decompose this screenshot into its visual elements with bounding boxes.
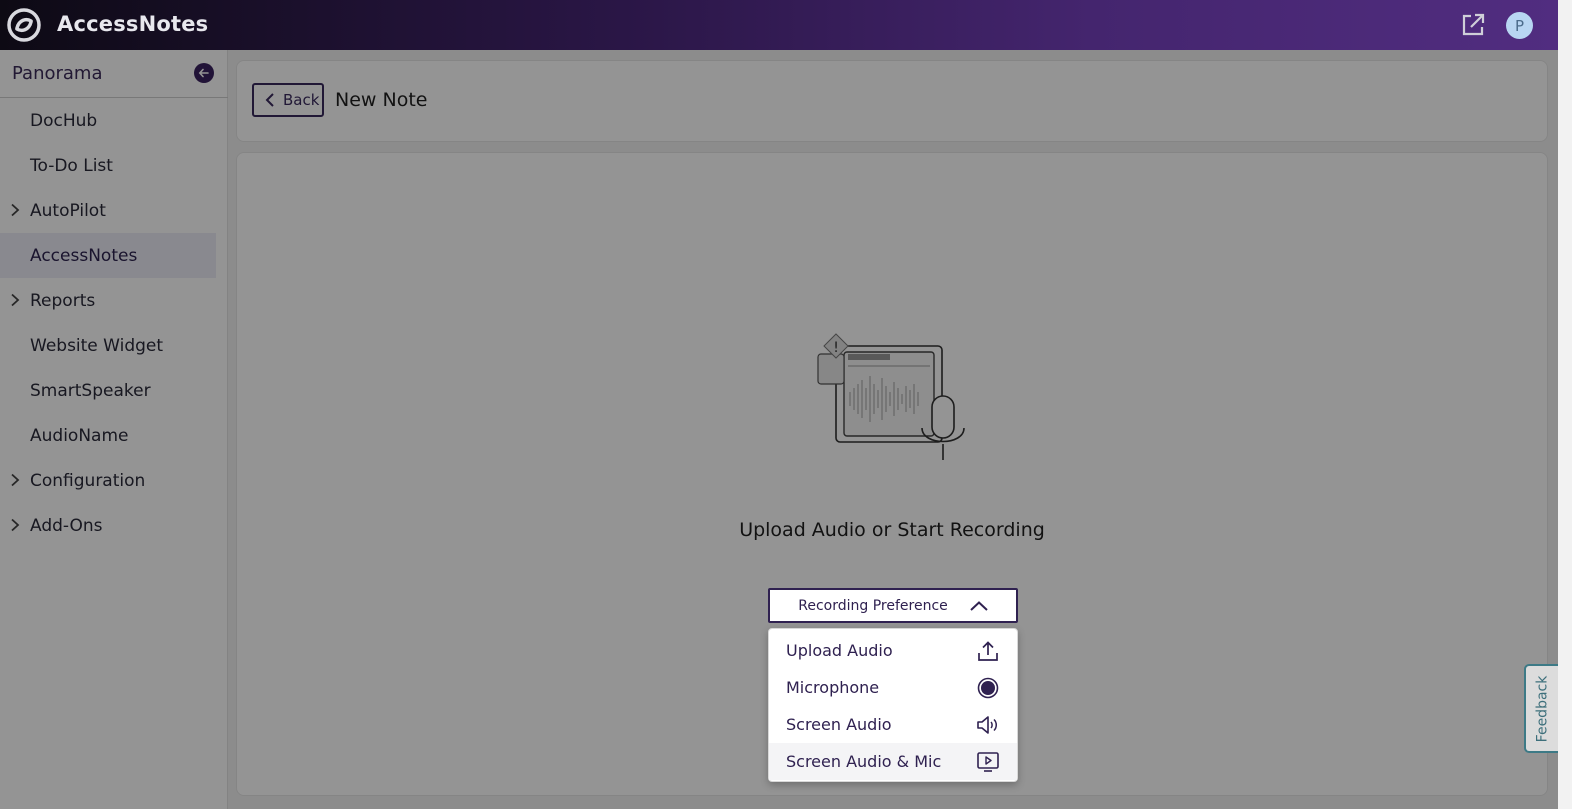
option-screen-audio[interactable]: Screen Audio [769, 706, 1017, 743]
sidebar-item-add-ons[interactable]: Add-Ons [0, 503, 216, 548]
user-avatar[interactable]: P [1506, 12, 1533, 39]
recording-preference-button[interactable]: Recording Preference [768, 588, 1018, 623]
sidebar-item-configuration[interactable]: Configuration [0, 458, 216, 503]
sidebar-item-dochub[interactable]: DocHub [0, 98, 216, 143]
sidebar-title: Panorama [12, 63, 103, 84]
sidebar-item-label: Add-Ons [30, 515, 103, 536]
option-label: Upload Audio [786, 641, 893, 660]
sidebar-item-reports[interactable]: Reports [0, 278, 216, 323]
upload-icon [978, 641, 998, 661]
back-label: Back [283, 91, 320, 109]
sidebar-item-accessnotes[interactable]: AccessNotes [0, 233, 216, 278]
sidebar-item-label: DocHub [30, 110, 98, 131]
sidebar-item-audioname[interactable]: AudioName [0, 413, 216, 458]
page-title: New Note [335, 89, 428, 111]
sidebar-item-website-widget[interactable]: Website Widget [0, 323, 216, 368]
chevron-up-icon [970, 600, 988, 611]
sidebar-item-label: AudioName [30, 425, 129, 446]
record-icon [977, 677, 999, 699]
sidebar-item-label: SmartSpeaker [30, 380, 151, 401]
feedback-label: Feedback [1534, 675, 1551, 742]
sidebar-header: Panorama [0, 50, 228, 98]
back-button[interactable]: Back [252, 83, 324, 117]
svg-text:!: ! [833, 340, 839, 356]
option-label: Microphone [786, 678, 880, 697]
sidebar-item-to-do-list[interactable]: To-Do List [0, 143, 216, 188]
sidebar-item-label: AutoPilot [30, 200, 106, 221]
note-header-card [236, 60, 1548, 142]
top-bar: AccessNotes P [0, 0, 1558, 50]
page-scrollbar[interactable] [1558, 0, 1572, 809]
speaker-icon [977, 716, 997, 734]
sidebar-item-label: AccessNotes [30, 245, 138, 266]
recording-preference-menu: Upload Audio Microphone Screen Audio Scr… [768, 628, 1018, 782]
collapse-sidebar-button[interactable] [194, 63, 214, 83]
sidebar-item-label: Configuration [30, 470, 146, 491]
chevron-left-icon [265, 93, 274, 107]
chevron-right-icon[interactable] [8, 203, 22, 217]
app-title: AccessNotes [57, 12, 209, 36]
sidebar-item-label: To-Do List [30, 155, 113, 176]
option-upload-audio[interactable]: Upload Audio [769, 632, 1017, 669]
screen-play-icon [977, 752, 999, 772]
chevron-right-icon[interactable] [8, 293, 22, 307]
option-screen-audio-mic[interactable]: Screen Audio & Mic [769, 743, 1017, 780]
option-label: Screen Audio [786, 715, 892, 734]
app-logo-icon[interactable] [6, 7, 42, 43]
sidebar-item-autopilot[interactable]: AutoPilot [0, 188, 216, 233]
feedback-tab[interactable]: Feedback [1524, 664, 1558, 753]
sidebar-nav: DocHub To-Do List AutoPilot AccessNotes Repo… [0, 98, 216, 548]
sidebar-item-label: Reports [30, 290, 96, 311]
sidebar-item-label: Website Widget [30, 335, 164, 356]
option-microphone[interactable]: Microphone [769, 669, 1017, 706]
option-label: Screen Audio & Mic [786, 752, 942, 771]
external-link-icon[interactable] [1460, 12, 1486, 38]
arrow-left-icon [198, 68, 209, 78]
sidebar-item-smartspeaker[interactable]: SmartSpeaker [0, 368, 216, 413]
chevron-right-icon[interactable] [8, 518, 22, 532]
chevron-right-icon[interactable] [8, 473, 22, 487]
upload-prompt: Upload Audio or Start Recording [739, 519, 1045, 541]
audio-recording-illustration: ! [817, 333, 965, 460]
recording-preference-label: Recording Preference [798, 597, 948, 614]
sidebar: Panorama DocHub To-Do List AutoPilot Access… [0, 50, 228, 809]
